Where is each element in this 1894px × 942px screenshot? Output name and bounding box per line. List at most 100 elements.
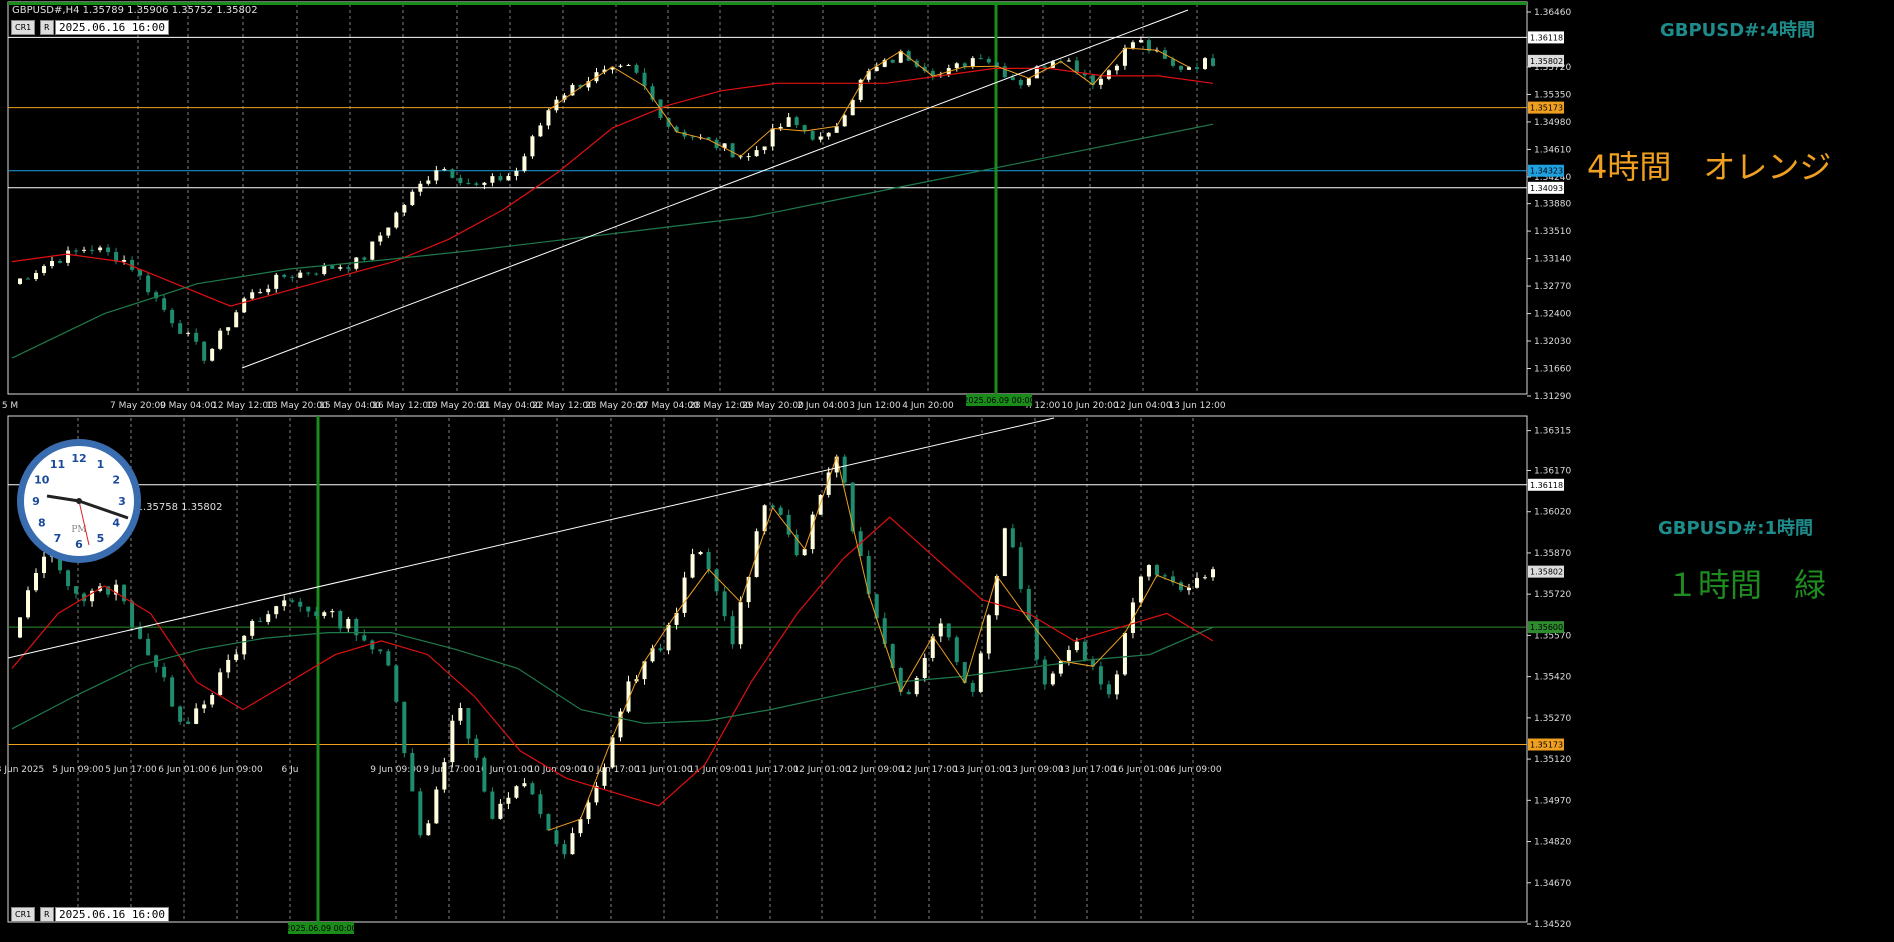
candle-body <box>290 600 295 602</box>
candle-body <box>330 265 335 269</box>
candle-body <box>850 99 855 116</box>
candle-body <box>650 648 655 662</box>
candle-body <box>1026 78 1031 86</box>
candle-body <box>746 576 751 603</box>
candle-body <box>202 341 207 361</box>
h1-chart-pane[interactable]: 3 Jun 2025 5 Jun 09:00 5 Jun 17:00 6 Jun 01… <box>0 414 1894 942</box>
candle-body <box>538 794 543 815</box>
candle-body <box>730 616 735 645</box>
candle-body <box>1146 565 1151 577</box>
candle-body <box>42 266 47 273</box>
cr1-button-h4[interactable]: CR1 <box>11 20 36 35</box>
cr1-button-h1[interactable]: CR1 <box>11 907 36 922</box>
clock-number: 4 <box>112 517 120 530</box>
clock-center <box>76 498 82 504</box>
candle-body <box>786 117 791 127</box>
clock-number: 6 <box>75 538 83 551</box>
candle-body <box>890 59 895 63</box>
x-tick-label: 4 Jun 20:00 <box>902 401 954 411</box>
candle-body <box>242 635 247 655</box>
candle-body <box>602 767 607 786</box>
x-tick-label: 16 Jun 09:00 <box>1164 765 1221 775</box>
candle-body <box>1154 565 1159 576</box>
y-tick-label: 1.35720 <box>1534 590 1571 600</box>
candle-body <box>802 549 807 556</box>
candle-body <box>258 292 263 294</box>
candle-body <box>1018 80 1023 86</box>
x-tick-label: 11 Jun 17:00 <box>741 765 798 775</box>
candle-body <box>410 753 415 792</box>
candle-body <box>346 619 351 629</box>
candle-body <box>82 249 87 251</box>
candle-body <box>586 802 591 820</box>
candle-body <box>514 170 519 176</box>
candle-body <box>1002 528 1007 576</box>
x-tick-label: 13 Jun 01:00 <box>953 765 1010 775</box>
candle-body <box>378 649 383 652</box>
y-tick-label: 1.35350 <box>1534 90 1571 100</box>
candle-body <box>754 150 759 157</box>
x-tick-label: 29 May 20:00 <box>742 401 804 411</box>
candle-body <box>194 708 199 724</box>
price-label-blue: 1.34323 <box>1530 167 1563 176</box>
candle-body <box>138 626 143 639</box>
note-h1-green: １時間 緑 <box>1666 566 1827 604</box>
candle-body <box>730 143 735 158</box>
y-tick-label: 1.32400 <box>1534 310 1571 320</box>
clock-number: 7 <box>54 532 62 545</box>
candle-body <box>810 131 815 140</box>
clock-number: 3 <box>118 495 126 508</box>
candle-body <box>1010 77 1015 81</box>
candle-body <box>298 601 303 607</box>
candle-body <box>186 332 191 334</box>
symbol-info-h4: GBPUSD#,H4 1.35789 1.35906 1.35752 1.358… <box>12 5 258 16</box>
candle-body <box>162 298 167 310</box>
r-button-h4[interactable]: R <box>40 20 54 35</box>
candle-body <box>426 180 431 184</box>
candle-body <box>1211 569 1215 578</box>
candle-body <box>554 830 559 845</box>
candle-body <box>1074 641 1079 651</box>
candle-body <box>1122 47 1127 66</box>
y-tick-label: 1.33880 <box>1534 200 1571 210</box>
candle-body <box>546 110 551 126</box>
candle-body <box>738 602 743 645</box>
candle-body <box>170 677 175 707</box>
candle-body <box>514 786 519 798</box>
vertical-marker-label: 2025.06.09 00:00 <box>285 924 356 933</box>
x-tick-label: 11 Jun 01:00 <box>635 765 692 775</box>
candle-body <box>370 241 375 260</box>
date-box-h1[interactable]: 2025.06.16 16:00 <box>55 907 169 922</box>
clock-number: 11 <box>50 458 65 471</box>
candle-body <box>778 126 783 129</box>
note-h4-orange: 4時間 オレンジ <box>1587 148 1832 186</box>
candle-body <box>26 278 31 280</box>
candle-body <box>1138 40 1143 43</box>
x-tick-label: 9 Jun 17:00 <box>423 765 475 775</box>
candle-body <box>74 250 79 252</box>
candle-body <box>34 272 39 280</box>
candle-body <box>482 757 487 792</box>
candle-body <box>1130 42 1135 48</box>
candle-body <box>978 653 983 692</box>
r-button-h1[interactable]: R <box>40 907 54 922</box>
candle-body <box>210 348 215 361</box>
date-box-h4[interactable]: 2025.06.16 16:00 <box>55 20 169 35</box>
candle-body <box>378 235 383 242</box>
candle-body <box>570 833 575 855</box>
candle-body <box>722 591 727 617</box>
candle-body <box>242 298 247 313</box>
h4-chart-pane[interactable]: 5 M 7 May 20:009 May 04:0012 May 12:00 13 … <box>0 0 1894 414</box>
candle-body <box>442 169 447 171</box>
candle-body <box>178 706 183 722</box>
candle-body <box>522 156 527 171</box>
price-label-price: 1.35802 <box>1530 568 1563 577</box>
price-label-green: 1.35600 <box>1530 623 1563 632</box>
candle-body <box>306 272 311 274</box>
y-tick-label: 1.32030 <box>1534 337 1571 347</box>
clock-number: 12 <box>71 452 86 465</box>
x-tick-label: 2 Jun 04:00 <box>797 401 849 411</box>
candle-body <box>402 205 407 213</box>
candle-body <box>74 586 79 594</box>
clock-number: 1 <box>97 458 105 471</box>
